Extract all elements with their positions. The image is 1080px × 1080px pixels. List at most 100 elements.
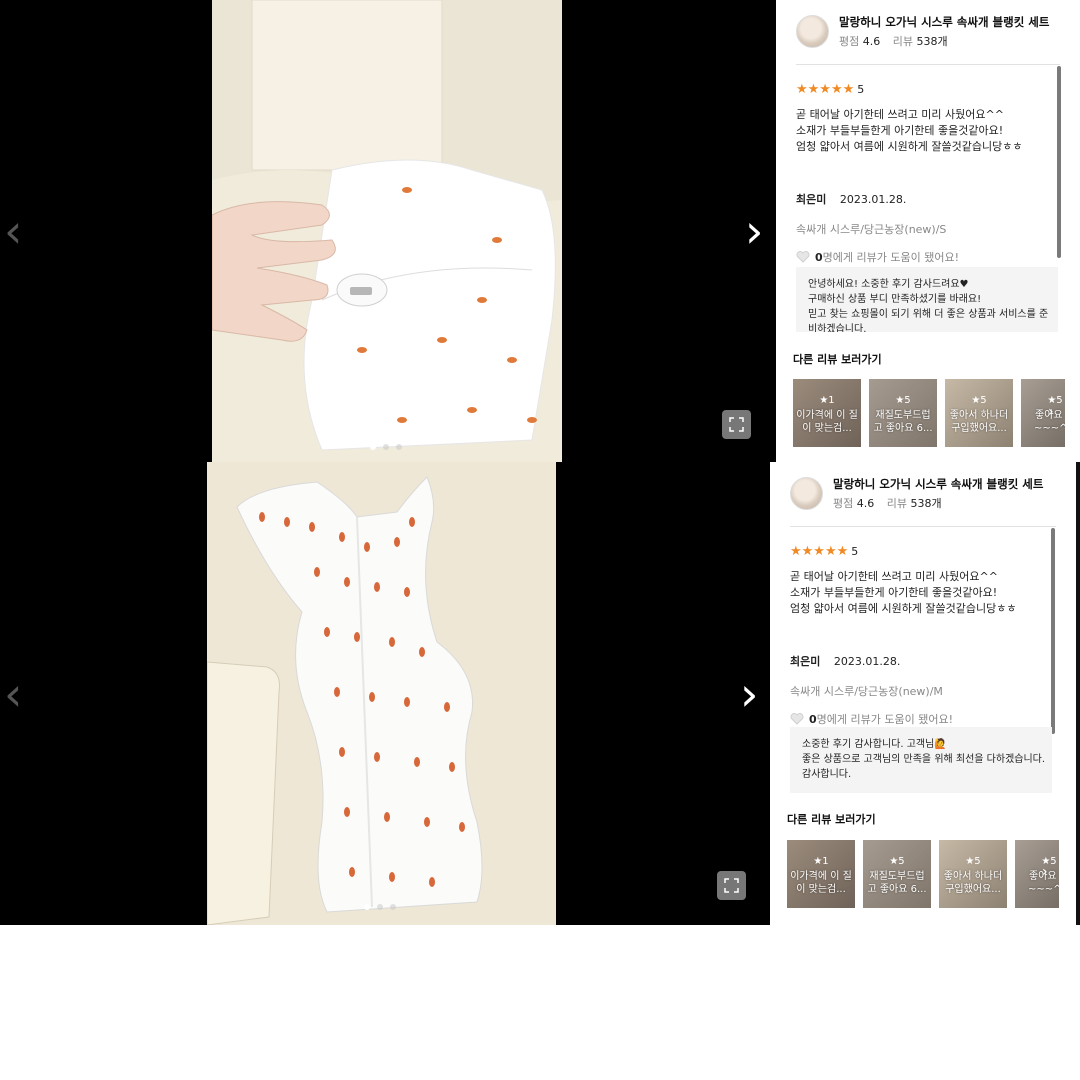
more-reviews-carousel: ★1 이가격에 이 질이 맞는검... ★5 재질도부드럽 고 좋아요 6...… [793,379,1065,447]
card-score: 5 [980,395,987,406]
reply-line: 구매하신 상품 부디 만족하셨기를 바래요! [808,294,982,305]
card-score: 1 [828,395,835,406]
review-card[interactable]: ★5 좋아요 좋 ~~~^^ [1021,379,1065,447]
review-card[interactable]: ★5 좋아요 좋 ~~~^^ [1015,840,1059,908]
rating-label: 평점 [833,497,854,510]
review-label: 리뷰 [886,497,907,510]
photo-viewer: ‹ › [0,0,776,462]
next-photo-button[interactable]: › [745,208,763,254]
review-card[interactable]: ★5 좋아서 하나더 구입했어요... [939,840,1007,908]
reply-line: 믿고 찾는 쇼핑몰이 되기 위해 더 좋은 상품과 서비스를 준 [808,309,1049,320]
product-meta: 평점 4.6 리뷰 538개 [839,33,1049,49]
card-text: 좋아요 좋 ~~~^^ [1034,410,1065,434]
more-reviews-title: 다른 리뷰 보러가기 [793,353,882,366]
product-header: 말랑하니 오가닉 시스루 속싸개 블랭킷 세트 평점 4.6 리뷰 538개 [790,476,1043,511]
expand-icon [724,878,739,893]
card-text: 이가격에 이 질이 맞는검... [790,871,852,895]
chevron-right-icon[interactable]: › [1048,404,1054,420]
card-rating: ★5 [1047,395,1063,406]
product-meta: 평점 4.6 리뷰 538개 [833,495,1043,511]
card-score: 5 [898,856,905,867]
more-reviews-title: 다른 리뷰 보러가기 [787,813,876,826]
helpful-text: 명에게 리뷰가 도움이 됐어요! [816,713,953,726]
review-content: ★★★★★ 5 곧 태어날 아기한테 쓰려고 미리 사뒀어요^^ 소재가 부들부… [790,544,1052,727]
reply-line: 소중한 후기 감사합니다. 고객님🙋 [802,739,947,750]
card-score: 5 [974,856,981,867]
expand-button[interactable] [717,871,746,900]
pagination-dot[interactable] [390,904,396,910]
card-score: 5 [904,395,911,406]
window-edge [1076,462,1080,925]
review-date: 2023.01.28. [839,193,907,206]
card-score: 1 [822,856,829,867]
review-photo[interactable] [207,462,556,925]
product-thumbnail [790,477,823,510]
review-author-line: 최은미 2023.01.28. [796,191,1058,207]
review-card[interactable]: ★5 재질도부드럽 고 좋아요 6... [869,379,937,447]
review-rating: ★★★★★ 5 [790,544,1052,559]
review-card[interactable]: ★1 이가격에 이 질이 맞는검... [793,379,861,447]
review-line: 엄청 얇아서 여름에 시원하게 잘쓸것같습니당ㅎㅎ [796,140,1023,153]
card-rating: ★5 [1041,856,1057,867]
rating-label: 평점 [839,35,860,48]
photo-illustration [207,462,556,925]
rating-value: 4.6 [856,497,875,510]
card-text: 좋아서 하나더 구입했어요... [949,410,1009,434]
review-viewer-1: ‹ › 말랑하니 오가닉 시스루 속싸개 블랭킷 세트 평점 4.6 리뷰 53… [0,0,1080,462]
review-body: 곧 태어날 아기한테 쓰려고 미리 사뒀어요^^ 소재가 부들부들한게 아기한테… [790,569,1052,617]
chevron-right-icon[interactable]: › [1042,864,1048,880]
review-author: 최은미 [796,193,827,206]
card-text: 재질도부드럽 고 좋아요 6... [867,871,927,895]
reply-line: 좋은 상품으로 고객님의 만족을 위해 최선을 다하겠습니다. [802,754,1046,765]
review-line: 소재가 부들부들한게 아기한테 좋을것같아요! [790,586,998,599]
review-content: ★★★★★ 5 곧 태어날 아기한테 쓰려고 미리 사뒀어요^^ 소재가 부들부… [796,82,1058,265]
review-card[interactable]: ★5 좋아서 하나더 구입했어요... [945,379,1013,447]
review-photo[interactable] [212,0,562,462]
pagination-dot[interactable] [377,904,383,910]
heart-icon[interactable] [796,251,810,263]
photo-illustration [212,0,562,462]
photo-pagination [370,444,402,450]
review-line: 곧 태어날 아기한테 쓰려고 미리 사뒀어요^^ [790,570,998,583]
heart-icon[interactable] [790,713,804,725]
rating-value: 4.6 [862,35,881,48]
pagination-dot[interactable] [396,444,402,450]
prev-photo-button[interactable]: ‹ [4,671,22,717]
review-line: 엄청 얇아서 여름에 시원하게 잘쓸것같습니당ㅎㅎ [790,602,1017,615]
review-date: 2023.01.28. [833,655,901,668]
reply-line: 안녕하세요! 소중한 후기 감사드려요♥ [808,279,969,290]
helpful-count: 0 [815,251,823,264]
review-card[interactable]: ★1 이가격에 이 질이 맞는검... [787,840,855,908]
helpful-row: 0명에게 리뷰가 도움이 됐어요! [796,249,1058,265]
product-name: 말랑하니 오가닉 시스루 속싸개 블랭킷 세트 [839,15,1050,29]
helpful-text: 명에게 리뷰가 도움이 됐어요! [822,251,959,264]
star-icon: ★★★★★ [790,544,849,559]
card-score: 5 [1050,856,1057,867]
card-score: 5 [1056,395,1063,406]
divider [790,526,1056,527]
reply-line: 비하겠습니다. [808,324,867,332]
more-reviews-carousel: ★1 이가격에 이 질이 맞는검... ★5 재질도부드럽 고 좋아요 6...… [787,840,1059,908]
review-side-panel: 말랑하니 오가닉 시스루 속싸개 블랭킷 세트 평점 4.6 리뷰 538개 ★… [770,462,1080,925]
helpful-count: 0 [809,713,817,726]
pagination-dot[interactable] [370,444,376,450]
purchase-option: 속싸개 시스루/당근농장(new)/M [790,685,943,698]
pagination-dot[interactable] [383,444,389,450]
review-author-line: 최은미 2023.01.28. [790,653,1052,669]
photo-pagination [364,904,396,910]
card-text: 재질도부드럽 고 좋아요 6... [873,410,933,434]
prev-photo-button[interactable]: ‹ [4,208,22,254]
review-score: 5 [857,83,865,96]
pagination-dot[interactable] [364,904,370,910]
photo-viewer: ‹ › [0,462,770,925]
expand-button[interactable] [722,410,751,439]
divider [796,64,1060,65]
review-card[interactable]: ★5 재질도부드럽 고 좋아요 6... [863,840,931,908]
next-photo-button[interactable]: › [740,671,758,717]
review-label: 리뷰 [892,35,913,48]
expand-icon [729,417,744,432]
helpful-row: 0명에게 리뷰가 도움이 됐어요! [790,711,1052,727]
card-rating: ★5 [889,856,905,867]
reply-line: 감사합니다. [802,769,852,780]
review-author: 최은미 [790,655,821,668]
